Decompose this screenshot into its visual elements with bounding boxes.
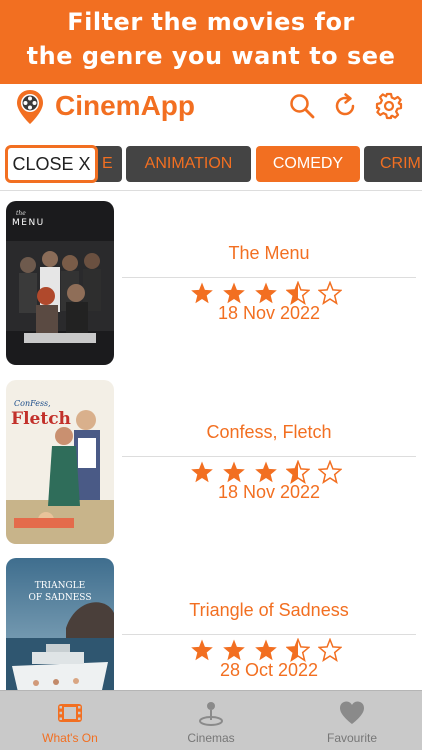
promo-banner: Filter the movies for the genre you want… <box>0 0 422 84</box>
star-full-icon <box>255 282 277 304</box>
movie-date: 18 Nov 2022 <box>217 303 321 323</box>
movie-row[interactable]: ConFess, Fletch Confess, Fletch 18 Nov 2… <box>0 380 422 550</box>
rating-stars <box>190 281 350 305</box>
movie-poster[interactable]: the MENU <box>6 201 114 365</box>
promo-line-1: Filter the movies for <box>67 8 355 36</box>
star-full-icon <box>223 639 245 661</box>
star-half-icon <box>286 281 310 305</box>
star-half-icon <box>286 638 310 662</box>
star-full-icon <box>255 639 277 661</box>
movie-date: 28 Oct 2022 <box>219 660 319 680</box>
rating-stars <box>190 638 350 662</box>
divider <box>122 277 416 278</box>
map-pin-icon <box>199 702 223 726</box>
bottom-tab-bar: What's On Cinemas Favourite <box>0 690 422 750</box>
svg-text:ConFess,: ConFess, <box>14 399 51 408</box>
svg-text:TRIANGLE: TRIANGLE <box>35 581 85 591</box>
svg-text:MENU: MENU <box>12 218 45 228</box>
search-icon[interactable] <box>288 92 316 120</box>
star-full-icon <box>191 282 213 304</box>
star-empty-icon <box>318 460 342 484</box>
tab-cinemas[interactable]: Cinemas <box>141 691 281 750</box>
movie-row[interactable]: the MENU The Menu 18 Nov 2022 <box>0 201 422 371</box>
promo-line-2: the genre you want to see <box>26 42 396 70</box>
movie-poster[interactable]: ConFess, Fletch <box>6 380 114 544</box>
tab-favourite[interactable]: Favourite <box>282 691 422 750</box>
svg-text:Fletch: Fletch <box>11 409 71 429</box>
movie-date: 18 Nov 2022 <box>217 482 321 502</box>
close-filter-button[interactable]: CLOSE X <box>5 145 98 183</box>
tab-label: Cinemas <box>187 731 235 745</box>
star-empty-icon <box>318 281 342 305</box>
heart-icon <box>340 701 364 724</box>
movie-title[interactable]: Triangle of Sadness <box>122 600 416 621</box>
rating-stars <box>190 460 350 484</box>
refresh-icon[interactable] <box>331 92 359 120</box>
divider <box>122 456 416 457</box>
app-title: CinemApp <box>55 90 195 121</box>
genre-chip-animation[interactable]: ANIMATION <box>126 146 251 182</box>
star-full-icon <box>255 461 277 483</box>
divider <box>0 190 422 191</box>
star-empty-icon <box>318 638 342 662</box>
genre-chip-crime[interactable]: CRIM <box>364 146 422 182</box>
gear-icon[interactable] <box>375 92 403 120</box>
star-full-icon <box>191 639 213 661</box>
divider <box>122 634 416 635</box>
genre-chip-comedy[interactable]: COMEDY <box>256 146 360 182</box>
star-half-icon <box>286 460 310 484</box>
tab-whats-on[interactable]: What's On <box>0 691 140 750</box>
star-full-icon <box>223 282 245 304</box>
app-logo-icon <box>17 90 43 124</box>
movie-title[interactable]: The Menu <box>122 243 416 264</box>
tab-label: Favourite <box>326 731 378 745</box>
svg-text:OF SADNESS: OF SADNESS <box>29 593 92 603</box>
star-full-icon <box>191 461 213 483</box>
tab-label: What's On <box>42 731 98 745</box>
film-icon <box>58 704 82 722</box>
movie-title[interactable]: Confess, Fletch <box>122 422 416 443</box>
svg-text:the: the <box>16 210 26 217</box>
app-bar: CinemApp <box>0 84 422 132</box>
star-full-icon <box>223 461 245 483</box>
